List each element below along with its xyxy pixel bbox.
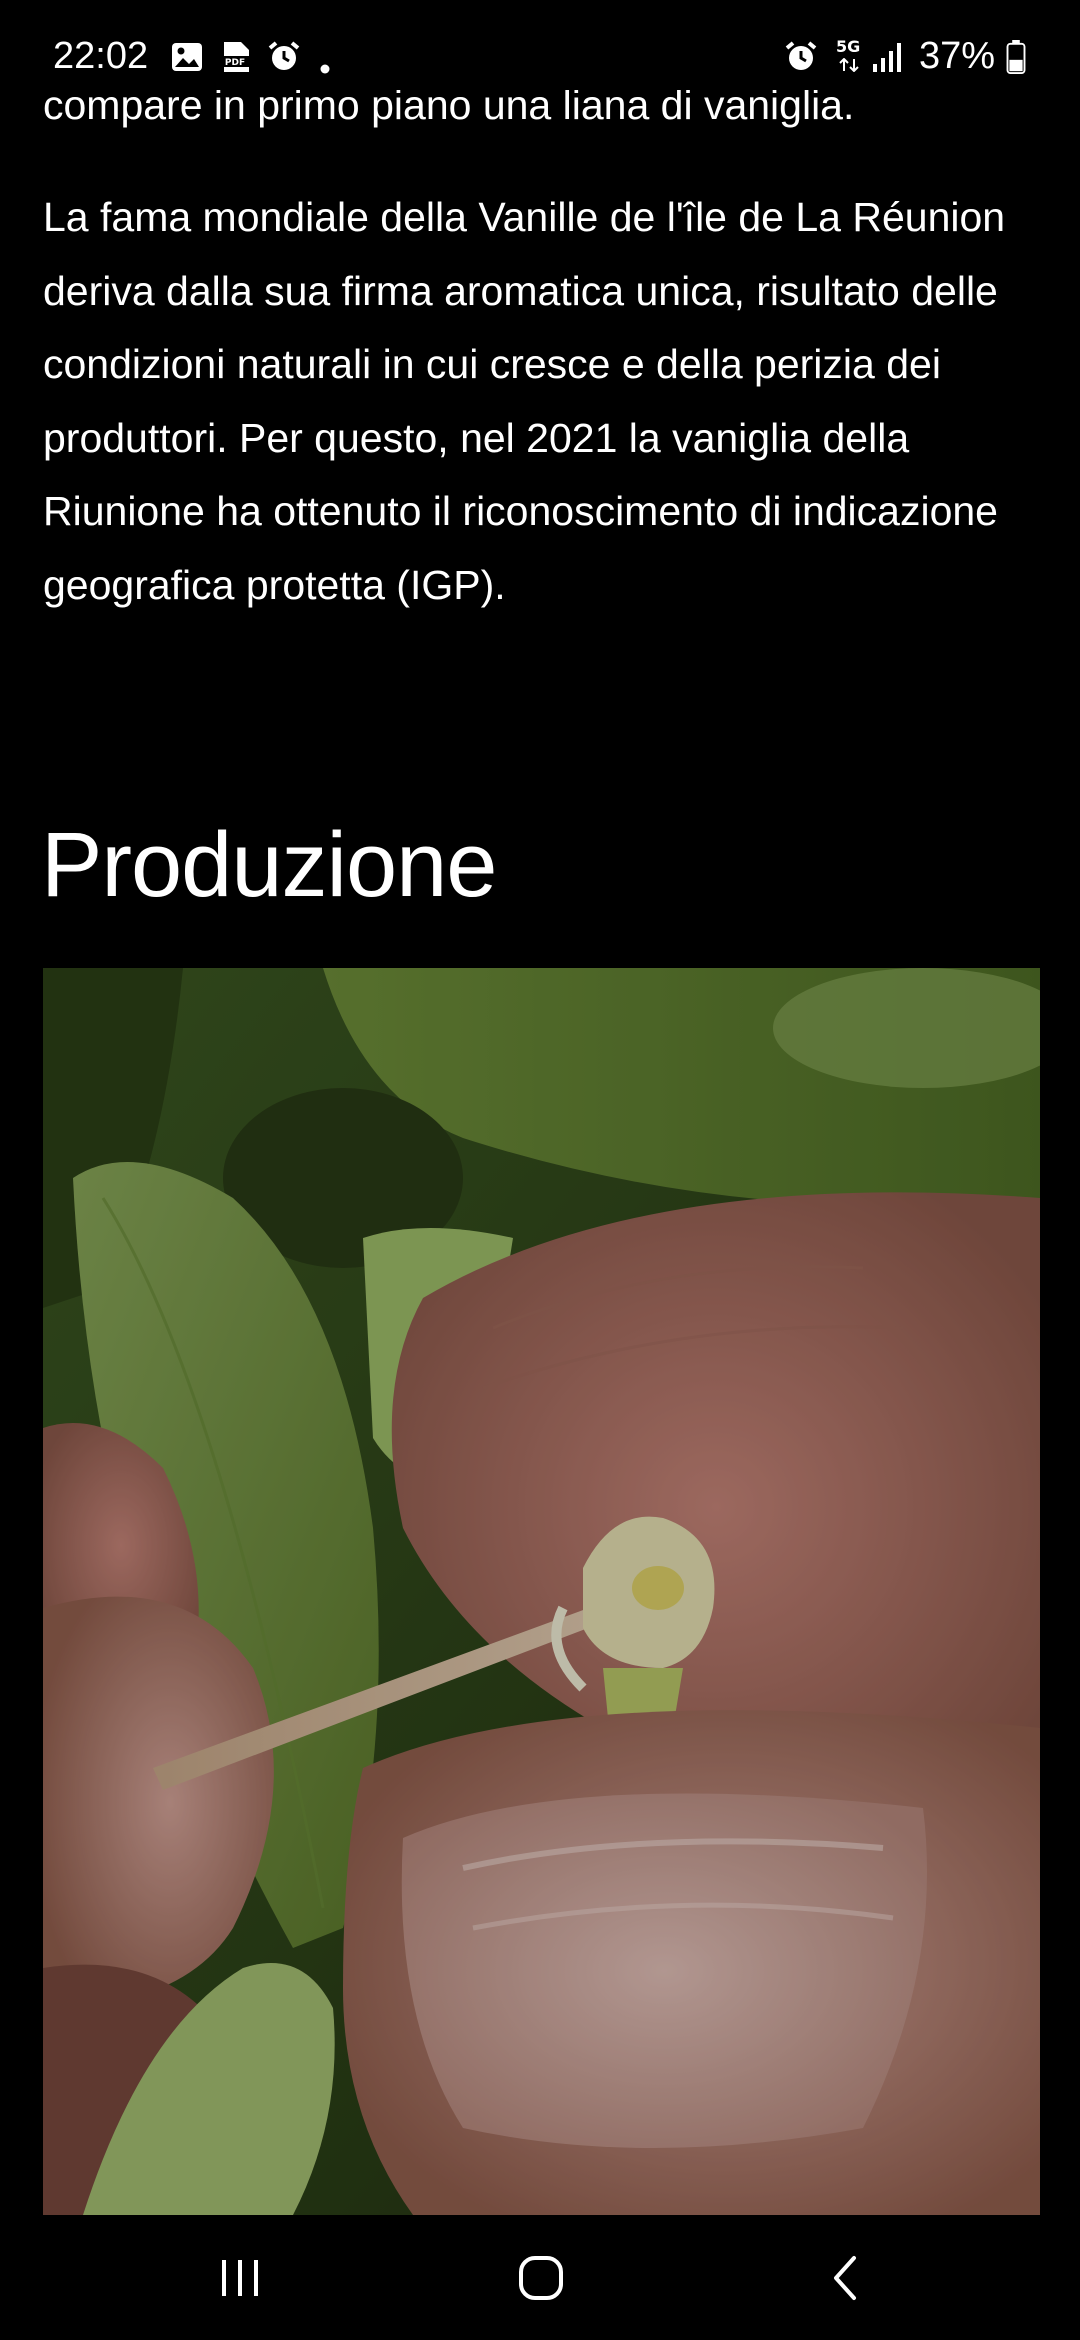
article-paragraph: La fama mondiale della Vanille de l'île …	[43, 194, 1006, 608]
alarm-icon	[268, 41, 300, 70]
signal-icon	[873, 43, 901, 72]
notification-dot-icon	[320, 64, 330, 74]
vanilla-pollination-photo[interactable]	[43, 968, 1040, 2215]
recent-apps-button[interactable]	[140, 2215, 340, 2340]
back-button[interactable]	[745, 2215, 945, 2340]
battery-percentage: 37%	[919, 35, 996, 77]
status-time: 22:02	[53, 35, 149, 77]
recent-apps-icon	[222, 2259, 258, 2296]
battery-icon	[1006, 40, 1026, 74]
alarm-icon	[785, 41, 817, 70]
back-icon	[834, 2255, 856, 2300]
5g-data-icon: 5G	[834, 38, 864, 76]
section-heading: Produzione	[41, 814, 497, 916]
article-content: compare in primo piano una liana di vani…	[0, 0, 1080, 2215]
pdf-icon: PDF	[221, 42, 249, 72]
gallery-icon	[172, 43, 202, 71]
home-icon	[519, 2255, 563, 2300]
status-bar: 22:02 PDF 5G 37%	[0, 0, 1080, 90]
svg-text:PDF: PDF	[225, 58, 245, 68]
navigation-bar	[0, 2215, 1080, 2340]
home-button[interactable]	[441, 2215, 641, 2340]
